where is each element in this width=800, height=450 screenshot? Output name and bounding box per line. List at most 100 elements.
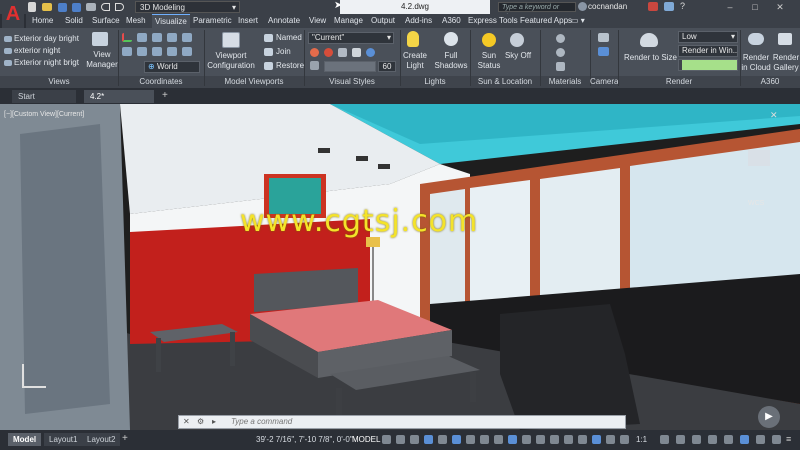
customization-menu-icon[interactable]: ≡ (786, 434, 791, 444)
selection-cycling-icon[interactable] (508, 435, 517, 444)
viewport-configuration-button[interactable]: Viewport Configuration (206, 51, 256, 71)
render-in-cloud-button[interactable]: Render in Cloud (740, 53, 772, 73)
viewport-controls-label[interactable]: [−][Custom View][Current] (4, 111, 84, 118)
tab-home[interactable]: Home (32, 14, 53, 28)
file-tab-start[interactable]: Start (12, 90, 76, 103)
tab-parametric[interactable]: Parametric (193, 14, 232, 28)
isodraft-icon[interactable] (438, 435, 447, 444)
gear-icon[interactable] (660, 435, 669, 444)
3d-osnap-icon[interactable] (522, 435, 531, 444)
layout-tab-model[interactable]: Model (8, 433, 42, 446)
save-as-icon[interactable] (72, 3, 81, 12)
color-icon[interactable] (352, 48, 361, 57)
view-item-exterior-night-brigt[interactable]: Exterior night brigt (14, 58, 79, 68)
dynamic-ucs-icon[interactable] (536, 435, 545, 444)
shade-icon[interactable] (338, 48, 347, 57)
tab-add-ins[interactable]: Add-ins (405, 14, 432, 28)
workspace-switch-icon[interactable] (620, 435, 629, 444)
materials-browser-icon[interactable] (556, 34, 565, 43)
tab-express-tools[interactable]: Express Tools (468, 14, 518, 28)
tab-a360[interactable]: A360 (442, 14, 461, 28)
workspace-dropdown[interactable]: 3D Modeling ▾ (135, 1, 240, 13)
close-command-icon[interactable]: ✕ (183, 417, 190, 426)
customize-icon[interactable]: ⚙ (197, 417, 204, 426)
lock-ui-icon[interactable] (724, 435, 733, 444)
new-file-icon[interactable] (28, 2, 36, 12)
tab-solid[interactable]: Solid (65, 14, 83, 28)
render-output-dropdown[interactable]: Render in Win... (678, 45, 738, 57)
units-icon[interactable] (692, 435, 701, 444)
ucs-world-icon[interactable] (137, 33, 147, 42)
ucs-dropdown[interactable]: ⊕ World (144, 61, 200, 73)
edge-style-icon[interactable] (310, 48, 319, 57)
snap-icon[interactable] (396, 435, 405, 444)
play-button[interactable]: ▶ (758, 406, 780, 428)
quick-properties-icon[interactable] (708, 435, 717, 444)
render-to-size-button[interactable]: Render to Size (624, 53, 677, 63)
ucs-3point-icon[interactable] (122, 47, 132, 56)
object-snap-tracking-icon[interactable] (452, 435, 461, 444)
object-snap-icon[interactable] (466, 435, 475, 444)
viewport-configuration-icon[interactable] (222, 32, 240, 48)
tab-featured-apps[interactable]: Featured Apps (520, 14, 572, 28)
a360-icon[interactable] (664, 2, 674, 11)
restore-viewports-button[interactable]: Restore (276, 61, 304, 71)
new-tab-icon[interactable]: + (162, 90, 168, 101)
minimize-button[interactable]: – (720, 0, 740, 14)
annotation-scale-value[interactable]: 1:1 (636, 435, 647, 444)
isolate-objects-icon[interactable] (740, 435, 749, 444)
app-menu-button[interactable]: A (2, 0, 24, 28)
lineweight-icon[interactable] (480, 435, 489, 444)
full-shadows-button[interactable]: Full Shadows (434, 51, 468, 71)
sky-off-button[interactable]: Sky Off (504, 51, 532, 61)
view-manager-button[interactable]: View Manager (86, 50, 118, 70)
ucs-origin-icon[interactable] (152, 33, 162, 42)
visual-style-dropdown[interactable]: "Current" ▾ (308, 32, 394, 44)
tab-manage[interactable]: Manage (334, 14, 363, 28)
add-layout-icon[interactable]: + (122, 433, 128, 444)
undo-icon[interactable] (101, 3, 110, 11)
annotation-scale-icon[interactable] (606, 435, 615, 444)
selection-filter-icon[interactable] (550, 435, 559, 444)
search-input[interactable]: Type a keyword or phrase (498, 2, 576, 21)
full-shadows-icon[interactable] (444, 32, 458, 46)
join-viewports-button[interactable]: Join (276, 47, 291, 57)
teapot-icon[interactable] (640, 33, 658, 47)
command-line[interactable]: ✕ ⚙ ▸ Type a command (178, 415, 626, 429)
view-item-exterior-day-bright[interactable]: Exterior day bright (14, 34, 79, 44)
file-tab-current[interactable]: 4.2* (84, 90, 154, 103)
hardware-acceleration-icon[interactable] (756, 435, 765, 444)
command-input[interactable]: Type a command (231, 416, 292, 428)
camera-settings-icon[interactable] (598, 47, 609, 56)
render-gallery-icon[interactable] (778, 33, 792, 45)
visual-style-sphere-icon[interactable] (366, 48, 375, 57)
layout-tab-layout1[interactable]: Layout1 (44, 433, 83, 446)
ucs-face-icon[interactable] (167, 47, 177, 56)
grid-icon[interactable] (382, 435, 391, 444)
render-quality-dropdown[interactable]: Low ▾ (678, 31, 738, 43)
tab-annotate[interactable]: Annotate (268, 14, 300, 28)
sign-in-icon[interactable] (578, 2, 587, 11)
create-light-button[interactable]: Create Light (400, 51, 430, 71)
sun-status-icon[interactable] (482, 33, 496, 47)
material-mapping-icon[interactable] (556, 62, 565, 71)
render-gallery-button[interactable]: Render Gallery (772, 53, 800, 73)
render-in-cloud-icon[interactable] (748, 33, 764, 45)
ribbon-toggle-icon[interactable]: ▭ ▾ (571, 14, 585, 28)
annotation-visibility-icon[interactable] (578, 435, 587, 444)
annotation-monitor-icon[interactable] (676, 435, 685, 444)
face-style-icon[interactable] (324, 48, 333, 57)
ortho-icon[interactable] (410, 435, 419, 444)
opacity-slider[interactable] (324, 61, 376, 72)
ucs-settings-icon[interactable] (182, 47, 192, 56)
viewport-close-icon[interactable]: ✕ (770, 110, 778, 121)
recent-commands-icon[interactable]: ▸ (212, 417, 216, 426)
maximize-button[interactable]: □ (745, 0, 765, 14)
camera-icon[interactable] (598, 33, 609, 42)
restore-viewports-icon[interactable] (264, 62, 273, 70)
ucs-object-icon[interactable] (152, 47, 162, 56)
clean-screen-icon[interactable] (772, 435, 781, 444)
ucs-z-icon[interactable] (167, 33, 177, 42)
transparency-icon[interactable] (494, 435, 503, 444)
edge-settings-icon[interactable] (310, 61, 319, 70)
